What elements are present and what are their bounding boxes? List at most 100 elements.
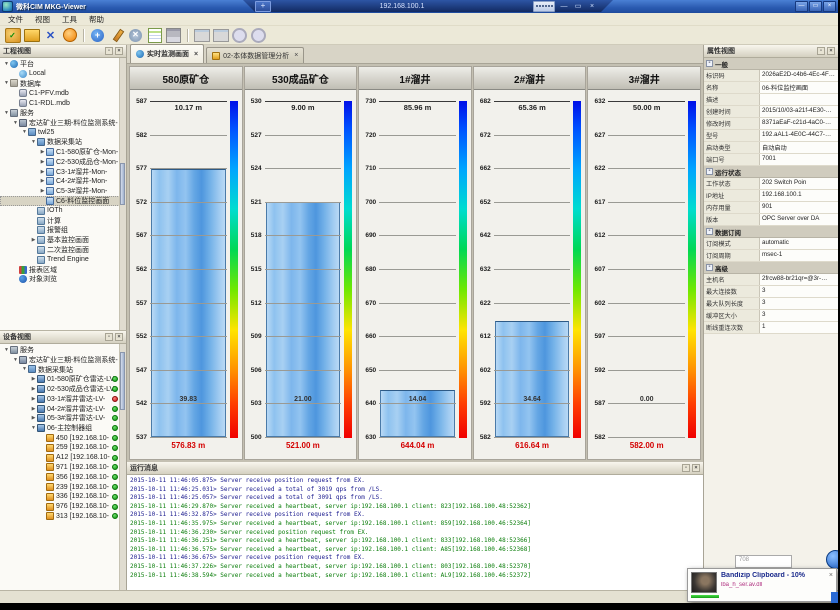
project-tree-item[interactable]: 二次监控画面 [0,245,126,255]
prop-row[interactable]: 断线重连次数1 [704,322,838,334]
disconnect-icon[interactable]: ✕ [46,29,55,42]
panel-close-icon[interactable]: × [692,464,700,472]
device-tree-item[interactable]: 313 [192.168.10- [0,512,126,522]
prop-row[interactable]: 标识码2026aE2D-c4b6-4Ec-4F… [704,70,838,82]
project-tree-item[interactable]: ▶C4-2#溜井-Mon- [0,177,126,187]
device-tree-item[interactable]: 976 [192.168.10- [0,502,126,512]
prop-row[interactable]: 内存用量901 [704,202,838,214]
project-tree-item[interactable]: ▼平台 [0,59,126,69]
prop-row[interactable]: 型号192.aAL1-4E0C-44C7-… [704,130,838,142]
device-tree-item[interactable]: 356 [192.168.10- [0,472,126,482]
project-tree-item[interactable]: C6-料位监控画面 [0,196,126,206]
device-tree-item[interactable]: ▶01-580原矿仓雷达-LV- [0,374,126,384]
device-tree-item[interactable]: ▼06-主控制器组 [0,423,126,433]
project-tree-item[interactable]: ▼twl25 [0,128,126,138]
project-tree-item[interactable]: Local [0,69,126,79]
device-tree-item[interactable]: ▶03-1#溜井雷达-LV- [0,394,126,404]
prop-row[interactable]: 主机名2frcw88-br21qr=@3r-… [704,274,838,286]
project-tree-item[interactable]: C1-RDL.mdb [0,98,126,108]
open-project-icon[interactable] [24,29,40,42]
prop-section-header[interactable]: -数据订阅 [704,226,838,238]
tab-close-icon[interactable]: × [194,51,198,58]
prop-row[interactable]: IP地址192.168.100.1 [704,190,838,202]
prop-row[interactable]: 版本OPC Server over DA [704,214,838,226]
tab-2[interactable]: 02-本体数据管理分析× [206,47,304,63]
session-grid-dropdown[interactable] [533,1,555,12]
device-tree-item[interactable]: 259 [192.168.10- [0,443,126,453]
list-view-icon[interactable] [148,28,162,43]
project-tree-item[interactable]: ▼数据采集站 [0,137,126,147]
device-tree-item[interactable]: ▶02-530成品仓雷达-LV- [0,384,126,394]
device-tree-item[interactable]: ▼宏达矿业三期-料位监测系统- [0,355,126,365]
panel-dock-icon[interactable]: ▫ [817,47,825,55]
prop-section-header[interactable]: -一般 [704,58,838,70]
project-tree-item[interactable]: ▼宏达矿业三期-料位监测系统- [0,118,126,128]
prop-row[interactable]: 名称06-料位监控画面 [704,82,838,94]
project-tree-item[interactable]: 报警组 [0,226,126,236]
device-tree-item[interactable]: ▶05-3#溜井雷达-LV- [0,414,126,424]
alarm-icon[interactable] [63,28,77,42]
add-icon[interactable]: + [91,29,104,42]
project-tree-item[interactable]: 报表区域 [0,265,126,275]
edit-icon[interactable] [110,28,124,42]
prop-row[interactable]: 订阅周期msec-1 [704,250,838,262]
device-tree-item[interactable]: ▼服务 [0,345,126,355]
project-tree-item[interactable]: Trend Engine [0,255,126,265]
prop-row[interactable]: 创建时间2015/10/03-a21f-4E30-… [704,106,838,118]
menu-视图[interactable]: 视图 [29,13,56,26]
project-tree-item[interactable]: ▶C2-530成品仓-Mon- [0,157,126,167]
panel-close-icon[interactable]: × [827,47,835,55]
prop-row[interactable]: 缓冲区大小3 [704,310,838,322]
minimize-button[interactable]: — [795,1,808,12]
panel-dock-icon[interactable]: ▫ [682,464,690,472]
prop-row[interactable]: 工作状态202 Switch Poin [704,178,838,190]
project-tree-item[interactable]: C1-PFV.mdb [0,88,126,98]
menu-文件[interactable]: 文件 [2,13,29,26]
remote-close-button[interactable]: × [587,1,597,12]
prop-section-header[interactable]: -运行状态 [704,166,838,178]
maximize-button[interactable]: ▭ [809,1,822,12]
prop-row[interactable]: 端口号7001 [704,154,838,166]
panel-dock-icon[interactable]: ▫ [105,47,113,55]
remote-restore-button[interactable]: ▭ [573,1,583,12]
menu-工具[interactable]: 工具 [56,13,83,26]
project-tree-item[interactable]: ▼服务 [0,108,126,118]
scrollbar-thumb[interactable] [120,352,125,410]
menu-帮助[interactable]: 帮助 [83,13,110,26]
tab-close-icon[interactable]: × [294,52,298,59]
prop-row[interactable]: 最大队列长度3 [704,298,838,310]
scrollbar-thumb[interactable] [120,163,125,205]
project-tree-item[interactable]: ▶C3-1#溜井-Mon- [0,167,126,177]
panel-dock-icon[interactable]: ▫ [105,333,113,341]
delete-icon[interactable]: ✕ [129,29,142,42]
device-tree-item[interactable]: 450 [192.168.10- [0,433,126,443]
panel-close-icon[interactable]: × [115,47,123,55]
project-tree-item[interactable]: IOTh [0,206,126,216]
clipboard-notification-popup[interactable]: Bandizip Clipboard - 10% lba_h_ser.av.dl… [687,568,837,602]
device-tree-item[interactable]: 239 [192.168.10- [0,482,126,492]
device-tree-scrollbar[interactable] [119,344,126,590]
prop-row[interactable]: 最大连接数3 [704,286,838,298]
device-tree-item[interactable]: 971 [192.168.10- [0,463,126,473]
project-tree-item[interactable]: 对象浏览 [0,275,126,285]
tab-1[interactable]: 实时监测画面× [130,44,204,63]
prop-row[interactable]: 订阅模式automatic [704,238,838,250]
project-tree-item[interactable]: ▶C5-3#溜井-Mon- [0,186,126,196]
project-tree-scrollbar[interactable] [119,58,126,330]
project-tree-item[interactable]: 计算 [0,216,126,226]
remote-minimize-button[interactable]: — [559,1,569,12]
connect-user-icon[interactable]: ✓ [5,28,21,43]
device-tree-item[interactable]: ▼数据采集站 [0,365,126,375]
prop-row[interactable]: 修改时间8371aEaF-c21d-4aC0-… [704,118,838,130]
project-tree-item[interactable]: ▶基本监控画面 [0,235,126,245]
prop-row[interactable]: 描述 [704,94,838,106]
device-tree-item[interactable]: A12 [192.168.10- [0,453,126,463]
prop-section-header[interactable]: -高级 [704,262,838,274]
close-button[interactable]: × [823,1,836,12]
prop-row[interactable]: 启动类型自动启动 [704,142,838,154]
device-tree-item[interactable]: 336 [192.168.10- [0,492,126,502]
panel-close-icon[interactable]: × [115,333,123,341]
project-tree-item[interactable]: ▼数据库 [0,79,126,89]
device-tree-item[interactable]: ▶04-2#溜井雷达-LV- [0,404,126,414]
project-tree-item[interactable]: ▶C1-580原矿仓-Mon- [0,147,126,157]
